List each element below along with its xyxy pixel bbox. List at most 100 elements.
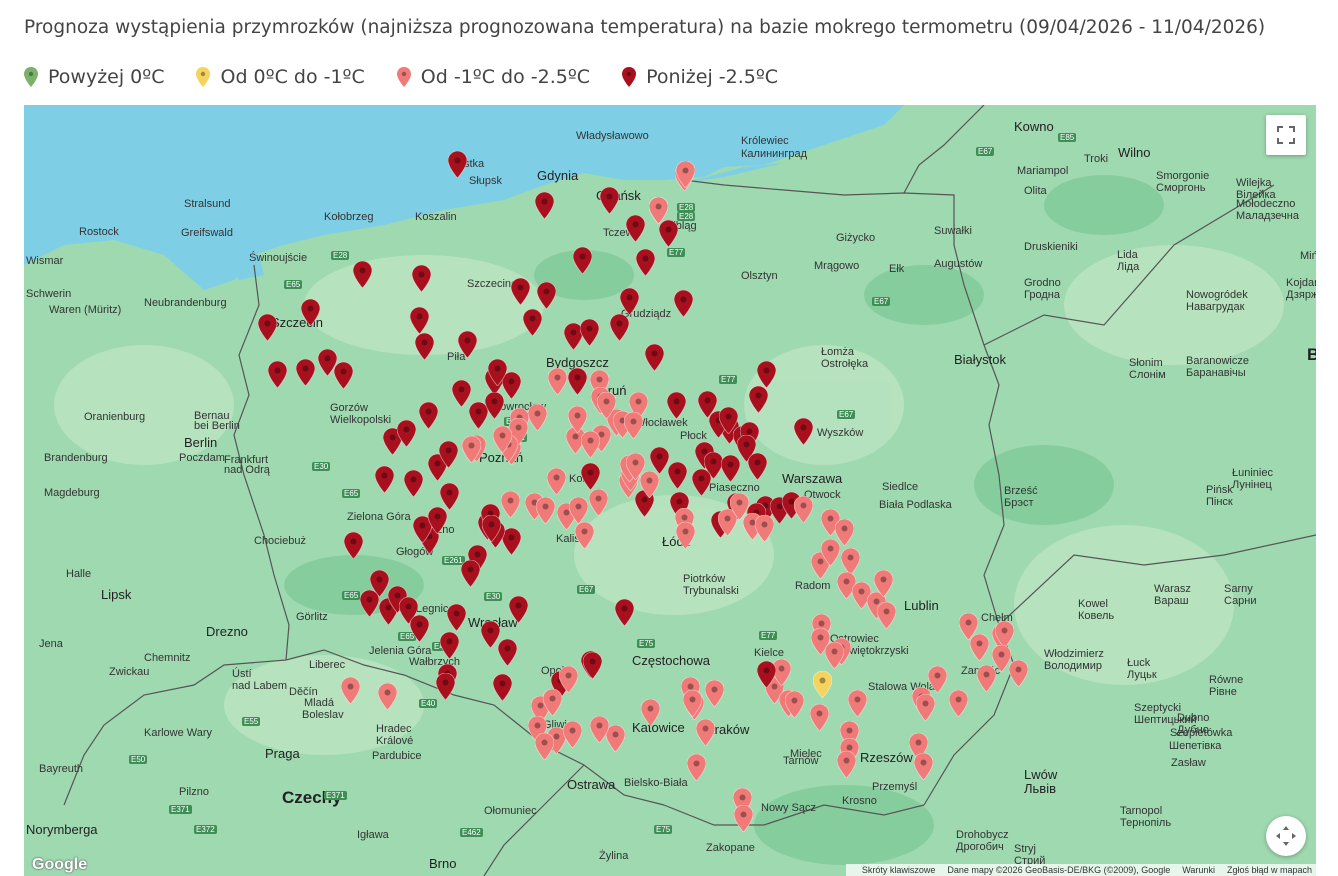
- station-marker-below-minus-two-half-icon[interactable]: [427, 507, 447, 534]
- station-marker-below-minus-two-half-icon[interactable]: [409, 307, 429, 334]
- station-marker-minus-one-to-minus-two-half-icon[interactable]: [927, 666, 947, 693]
- keyboard-shortcuts-link[interactable]: Skróty klawiszowe: [862, 865, 936, 875]
- station-marker-minus-one-to-minus-two-half-icon[interactable]: [809, 704, 829, 731]
- station-marker-below-minus-two-half-icon[interactable]: [481, 515, 501, 542]
- station-marker-below-minus-two-half-icon[interactable]: [333, 362, 353, 389]
- station-marker-below-minus-two-half-icon[interactable]: [460, 560, 480, 587]
- station-marker-below-minus-two-half-icon[interactable]: [439, 483, 459, 510]
- station-marker-below-minus-two-half-icon[interactable]: [567, 368, 587, 395]
- station-marker-minus-one-to-minus-two-half-icon[interactable]: [574, 522, 594, 549]
- legend-item-zero-to-minus-one[interactable]: Od 0ºC do -1ºC: [196, 66, 365, 88]
- station-marker-minus-one-to-minus-two-half-icon[interactable]: [824, 642, 844, 669]
- station-marker-minus-one-to-minus-two-half-icon[interactable]: [596, 392, 616, 419]
- station-marker-below-minus-two-half-icon[interactable]: [614, 599, 634, 626]
- station-marker-below-minus-two-half-icon[interactable]: [300, 299, 320, 326]
- station-marker-minus-one-to-minus-two-half-icon[interactable]: [623, 412, 643, 439]
- station-marker-below-minus-two-half-icon[interactable]: [649, 447, 669, 474]
- station-marker-minus-one-to-minus-two-half-icon[interactable]: [704, 680, 724, 707]
- station-marker-below-minus-two-half-icon[interactable]: [609, 314, 629, 341]
- station-marker-minus-one-to-minus-two-half-icon[interactable]: [733, 805, 753, 832]
- station-marker-below-minus-two-half-icon[interactable]: [352, 261, 372, 288]
- station-marker-below-minus-two-half-icon[interactable]: [414, 333, 434, 360]
- station-marker-below-minus-two-half-icon[interactable]: [748, 386, 768, 413]
- legend-item-below-minus-two-half[interactable]: Poniżej -2.5ºC: [622, 66, 778, 88]
- map-canvas[interactable]: WładysławowoGdyniaGdańskUstkaSłupskKosza…: [24, 105, 1316, 876]
- station-marker-below-minus-two-half-icon[interactable]: [673, 290, 693, 317]
- station-marker-below-minus-two-half-icon[interactable]: [438, 441, 458, 468]
- station-marker-below-minus-two-half-icon[interactable]: [666, 392, 686, 419]
- station-marker-minus-one-to-minus-two-half-icon[interactable]: [562, 721, 582, 748]
- station-marker-minus-one-to-minus-two-half-icon[interactable]: [547, 368, 567, 395]
- station-marker-minus-one-to-minus-two-half-icon[interactable]: [568, 497, 588, 524]
- station-marker-minus-one-to-minus-two-half-icon[interactable]: [994, 621, 1014, 648]
- station-marker-below-minus-two-half-icon[interactable]: [267, 361, 287, 388]
- legend-item-above-zero[interactable]: Powyżej 0ºC: [24, 66, 164, 88]
- station-marker-below-minus-two-half-icon[interactable]: [411, 265, 431, 292]
- station-marker-minus-one-to-minus-two-half-icon[interactable]: [580, 431, 600, 458]
- station-marker-minus-one-to-minus-two-half-icon[interactable]: [784, 691, 804, 718]
- station-marker-minus-one-to-minus-two-half-icon[interactable]: [542, 689, 562, 716]
- station-marker-below-minus-two-half-icon[interactable]: [510, 278, 530, 305]
- station-marker-minus-one-to-minus-two-half-icon[interactable]: [492, 426, 512, 453]
- station-marker-below-minus-two-half-icon[interactable]: [439, 632, 459, 659]
- station-marker-minus-one-to-minus-two-half-icon[interactable]: [534, 733, 554, 760]
- station-marker-below-minus-two-half-icon[interactable]: [435, 673, 455, 700]
- station-marker-minus-one-to-minus-two-half-icon[interactable]: [461, 436, 481, 463]
- station-marker-minus-one-to-minus-two-half-icon[interactable]: [969, 634, 989, 661]
- station-marker-below-minus-two-half-icon[interactable]: [580, 463, 600, 490]
- station-marker-below-minus-two-half-icon[interactable]: [625, 215, 645, 242]
- station-marker-below-minus-two-half-icon[interactable]: [635, 249, 655, 276]
- station-marker-below-minus-two-half-icon[interactable]: [667, 462, 687, 489]
- report-error-link[interactable]: Zgłoś błąd w mapach: [1227, 865, 1312, 875]
- station-marker-below-minus-two-half-icon[interactable]: [658, 220, 678, 247]
- fullscreen-button[interactable]: [1266, 115, 1306, 155]
- station-marker-minus-one-to-minus-two-half-icon[interactable]: [1008, 660, 1028, 687]
- station-marker-minus-one-to-minus-two-half-icon[interactable]: [847, 690, 867, 717]
- station-marker-minus-one-to-minus-two-half-icon[interactable]: [695, 719, 715, 746]
- station-marker-below-minus-two-half-icon[interactable]: [720, 455, 740, 482]
- station-marker-minus-one-to-minus-two-half-icon[interactable]: [675, 161, 695, 188]
- station-marker-minus-one-to-minus-two-half-icon[interactable]: [527, 404, 547, 431]
- station-marker-below-minus-two-half-icon[interactable]: [403, 470, 423, 497]
- station-marker-below-minus-two-half-icon[interactable]: [418, 402, 438, 429]
- station-marker-minus-one-to-minus-two-half-icon[interactable]: [913, 753, 933, 780]
- station-marker-below-minus-two-half-icon[interactable]: [747, 453, 767, 480]
- station-marker-below-minus-two-half-icon[interactable]: [619, 288, 639, 315]
- station-marker-below-minus-two-half-icon[interactable]: [582, 652, 602, 679]
- station-marker-minus-one-to-minus-two-half-icon[interactable]: [836, 751, 856, 778]
- station-marker-minus-one-to-minus-two-half-icon[interactable]: [648, 197, 668, 224]
- station-marker-minus-one-to-minus-two-half-icon[interactable]: [686, 754, 706, 781]
- station-marker-minus-one-to-minus-two-half-icon[interactable]: [588, 489, 608, 516]
- station-marker-minus-one-to-minus-two-half-icon[interactable]: [639, 471, 659, 498]
- station-marker-zero-to-minus-one-icon[interactable]: [812, 671, 832, 698]
- station-marker-below-minus-two-half-icon[interactable]: [359, 590, 379, 617]
- station-marker-minus-one-to-minus-two-half-icon[interactable]: [948, 690, 968, 717]
- station-marker-minus-one-to-minus-two-half-icon[interactable]: [640, 699, 660, 726]
- station-marker-below-minus-two-half-icon[interactable]: [508, 596, 528, 623]
- station-marker-minus-one-to-minus-two-half-icon[interactable]: [793, 496, 813, 523]
- station-marker-below-minus-two-half-icon[interactable]: [343, 532, 363, 559]
- station-marker-below-minus-two-half-icon[interactable]: [572, 247, 592, 274]
- station-marker-minus-one-to-minus-two-half-icon[interactable]: [675, 522, 695, 549]
- station-marker-below-minus-two-half-icon[interactable]: [579, 319, 599, 346]
- station-marker-below-minus-two-half-icon[interactable]: [492, 674, 512, 701]
- station-marker-minus-one-to-minus-two-half-icon[interactable]: [589, 716, 609, 743]
- legend-item-minus-one-to-minus-two-half[interactable]: Od -1ºC do -2.5ºC: [396, 66, 590, 88]
- station-marker-below-minus-two-half-icon[interactable]: [691, 469, 711, 496]
- station-marker-minus-one-to-minus-two-half-icon[interactable]: [500, 491, 520, 518]
- station-marker-minus-one-to-minus-two-half-icon[interactable]: [682, 690, 702, 717]
- station-marker-below-minus-two-half-icon[interactable]: [409, 615, 429, 642]
- station-marker-below-minus-two-half-icon[interactable]: [396, 420, 416, 447]
- station-marker-below-minus-two-half-icon[interactable]: [446, 604, 466, 631]
- station-marker-minus-one-to-minus-two-half-icon[interactable]: [535, 497, 555, 524]
- station-marker-below-minus-two-half-icon[interactable]: [374, 466, 394, 493]
- station-marker-minus-one-to-minus-two-half-icon[interactable]: [876, 602, 896, 629]
- station-marker-below-minus-two-half-icon[interactable]: [487, 359, 507, 386]
- station-marker-below-minus-two-half-icon[interactable]: [447, 151, 467, 178]
- station-marker-below-minus-two-half-icon[interactable]: [484, 392, 504, 419]
- station-marker-below-minus-two-half-icon[interactable]: [534, 192, 554, 219]
- station-marker-below-minus-two-half-icon[interactable]: [756, 661, 776, 688]
- station-marker-minus-one-to-minus-two-half-icon[interactable]: [546, 468, 566, 495]
- station-marker-minus-one-to-minus-two-half-icon[interactable]: [840, 548, 860, 575]
- station-marker-below-minus-two-half-icon[interactable]: [793, 418, 813, 445]
